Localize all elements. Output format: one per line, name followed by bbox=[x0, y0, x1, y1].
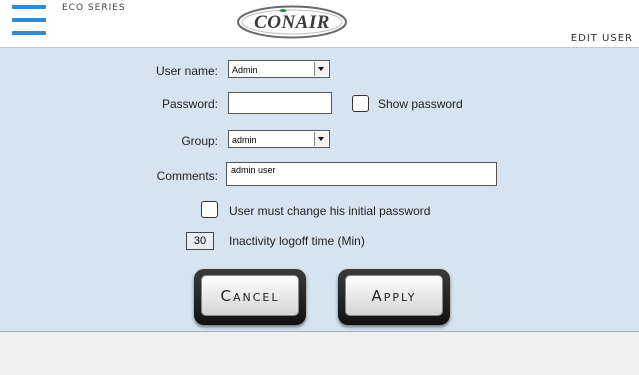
group-label: Group: bbox=[181, 134, 218, 148]
hamburger-menu-icon[interactable] bbox=[12, 3, 46, 39]
footer bbox=[0, 332, 639, 375]
header: ECO SERIES CONAIR EDIT USER bbox=[0, 0, 639, 48]
chevron-down-icon bbox=[314, 62, 328, 76]
page-title: EDIT USER bbox=[570, 33, 633, 44]
group-value: admin bbox=[232, 135, 257, 145]
cancel-button-label: Cancel bbox=[201, 275, 299, 316]
group-select[interactable]: admin bbox=[228, 130, 330, 148]
comments-label: Comments: bbox=[156, 169, 218, 183]
chevron-down-icon bbox=[314, 132, 328, 146]
password-input[interactable] bbox=[228, 92, 332, 114]
username-label: User name: bbox=[155, 64, 218, 78]
must-change-password-label: User must change his initial password bbox=[229, 204, 431, 218]
apply-button[interactable]: Apply bbox=[338, 269, 450, 325]
inactivity-minutes-input[interactable]: 30 bbox=[186, 232, 214, 250]
show-password-label: Show password bbox=[378, 97, 463, 111]
password-label: Password: bbox=[161, 97, 218, 111]
cancel-button[interactable]: Cancel bbox=[194, 269, 306, 325]
must-change-password-checkbox[interactable] bbox=[201, 201, 218, 218]
conair-logo: CONAIR bbox=[237, 5, 347, 39]
edit-user-form: User name: Admin Password: Show password… bbox=[0, 48, 639, 332]
svg-text:CONAIR: CONAIR bbox=[254, 12, 330, 33]
show-password-checkbox[interactable] bbox=[352, 95, 369, 112]
username-select[interactable]: Admin bbox=[228, 60, 330, 78]
apply-button-label: Apply bbox=[345, 275, 443, 316]
comments-input[interactable]: admin user bbox=[226, 162, 497, 186]
username-value: Admin bbox=[232, 65, 258, 75]
inactivity-logoff-label: Inactivity logoff time (Min) bbox=[229, 234, 365, 248]
series-label: ECO SERIES bbox=[62, 3, 126, 13]
